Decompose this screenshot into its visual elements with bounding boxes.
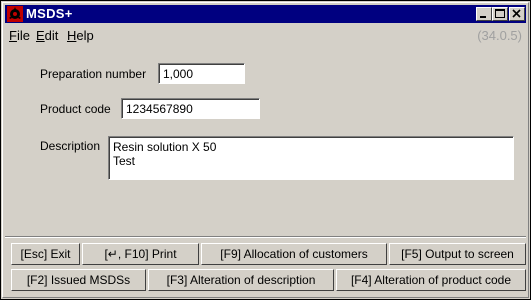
close-button[interactable]: [509, 7, 525, 21]
print-button[interactable]: [↵, F10] Print: [82, 243, 199, 265]
description-field[interactable]: Resin solution X 50 Test: [108, 136, 514, 180]
menu-edit-rest: dit: [44, 28, 59, 43]
menu-file-rest: ile: [16, 28, 30, 43]
allocation-of-customers-button[interactable]: [F9] Allocation of customers: [201, 243, 387, 265]
title-bar[interactable]: MSDS+: [5, 5, 526, 23]
menu-file[interactable]: File: [9, 28, 30, 43]
close-icon: [512, 9, 521, 18]
msds-hazard-icon[interactable]: [7, 6, 23, 22]
preparation-number-label: Preparation number: [40, 67, 147, 81]
maximize-icon: [495, 9, 505, 18]
menu-edit[interactable]: Edit: [36, 28, 58, 43]
description-label: Description: [40, 139, 101, 153]
issued-msdss-button[interactable]: [F2] Issued MSDSs: [11, 269, 146, 291]
menu-help-rest: elp: [76, 28, 94, 43]
product-code-field[interactable]: 1234567890: [121, 98, 260, 119]
menu-help-mnemonic: H: [67, 28, 77, 43]
alteration-product-code-label: [F4] Alteration of product code: [350, 273, 512, 287]
alteration-description-label: [F3] Alteration of description: [166, 273, 316, 287]
exit-label: [Esc] Exit: [20, 247, 71, 261]
issued-label: [F2] Issued MSDSs: [26, 273, 131, 287]
product-code-label: Product code: [40, 102, 111, 116]
menu-edit-mnemonic: E: [36, 28, 45, 43]
output-label: [F5] Output to screen: [401, 247, 514, 261]
menu-file-mnemonic: F: [9, 28, 17, 43]
exit-button[interactable]: [Esc] Exit: [11, 243, 80, 265]
output-to-screen-button[interactable]: [F5] Output to screen: [389, 243, 526, 265]
menu-bar: File Edit Help (34.0.5): [5, 25, 526, 45]
msds-window: MSDS+ File Edit Help (34.0.5) Preparatio…: [0, 0, 531, 300]
minimize-icon: [480, 16, 486, 18]
allocation-label: [F9] Allocation of customers: [220, 247, 368, 261]
minimize-button[interactable]: [476, 7, 492, 21]
menu-help[interactable]: Help: [67, 28, 94, 43]
alteration-of-product-code-button[interactable]: [F4] Alteration of product code: [336, 269, 526, 291]
print-label: [↵, F10] Print: [104, 247, 177, 261]
window-title: MSDS+: [26, 6, 73, 21]
alteration-of-description-button[interactable]: [F3] Alteration of description: [148, 269, 334, 291]
description-line: Resin solution X 50: [113, 140, 217, 154]
maximize-button[interactable]: [492, 7, 508, 21]
preparation-number-field[interactable]: 1,000: [158, 63, 245, 84]
button-area-divider: [5, 236, 526, 238]
version-label: (34.0.5): [477, 28, 522, 43]
description-line: Test: [113, 154, 136, 168]
